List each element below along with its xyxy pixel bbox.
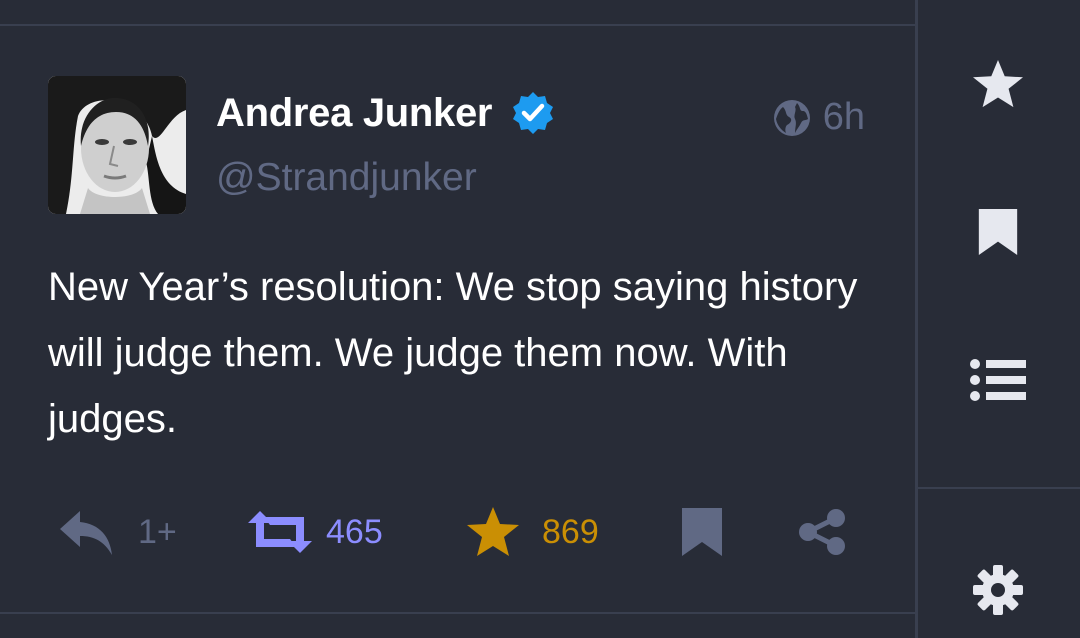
favourites-nav-button[interactable] [958,46,1038,126]
boost-count: 465 [326,512,383,551]
share-button[interactable] [798,502,846,562]
bookmark-icon [978,208,1018,260]
boost-button[interactable]: 465 [248,502,383,562]
bookmark-button[interactable] [682,502,722,562]
globe-icon [773,99,811,137]
reply-icon [58,509,114,555]
verified-badge-icon [510,90,556,136]
settings-nav-button[interactable] [958,552,1038,632]
previous-status-edge [0,0,915,26]
avatar[interactable] [48,76,186,214]
account-handle[interactable]: @Strandjunker [216,156,477,200]
share-icon [798,508,846,556]
app-root: Andrea Junker @Strandjunker 6h New Year’… [0,0,1080,638]
status-meta[interactable]: 6h [773,96,865,139]
list-icon [970,358,1026,407]
status-action-bar: 1+ 465 869 [58,502,858,562]
favourite-button[interactable]: 869 [466,502,599,562]
star-icon [972,59,1024,114]
status-card[interactable]: Andrea Junker @Strandjunker 6h New Year’… [0,28,915,612]
status-content: New Year’s resolution: We stop saying hi… [48,265,858,441]
bookmark-icon [682,508,722,556]
reply-count: 1+ [138,512,177,551]
star-icon [466,506,520,558]
timeline-column: Andrea Junker @Strandjunker 6h New Year’… [0,0,915,638]
navigation-rail [918,0,1080,638]
display-name-row[interactable]: Andrea Junker [216,90,556,136]
rail-divider [918,487,1080,489]
status-timestamp[interactable]: 6h [823,96,865,139]
boost-icon [248,511,312,553]
lists-nav-button[interactable] [958,342,1038,422]
display-name[interactable]: Andrea Junker [216,91,493,136]
bookmarks-nav-button[interactable] [958,194,1038,274]
reply-button[interactable]: 1+ [58,502,177,562]
gear-icon [973,564,1023,620]
favourite-count: 869 [542,512,599,551]
next-status-edge [0,612,915,638]
